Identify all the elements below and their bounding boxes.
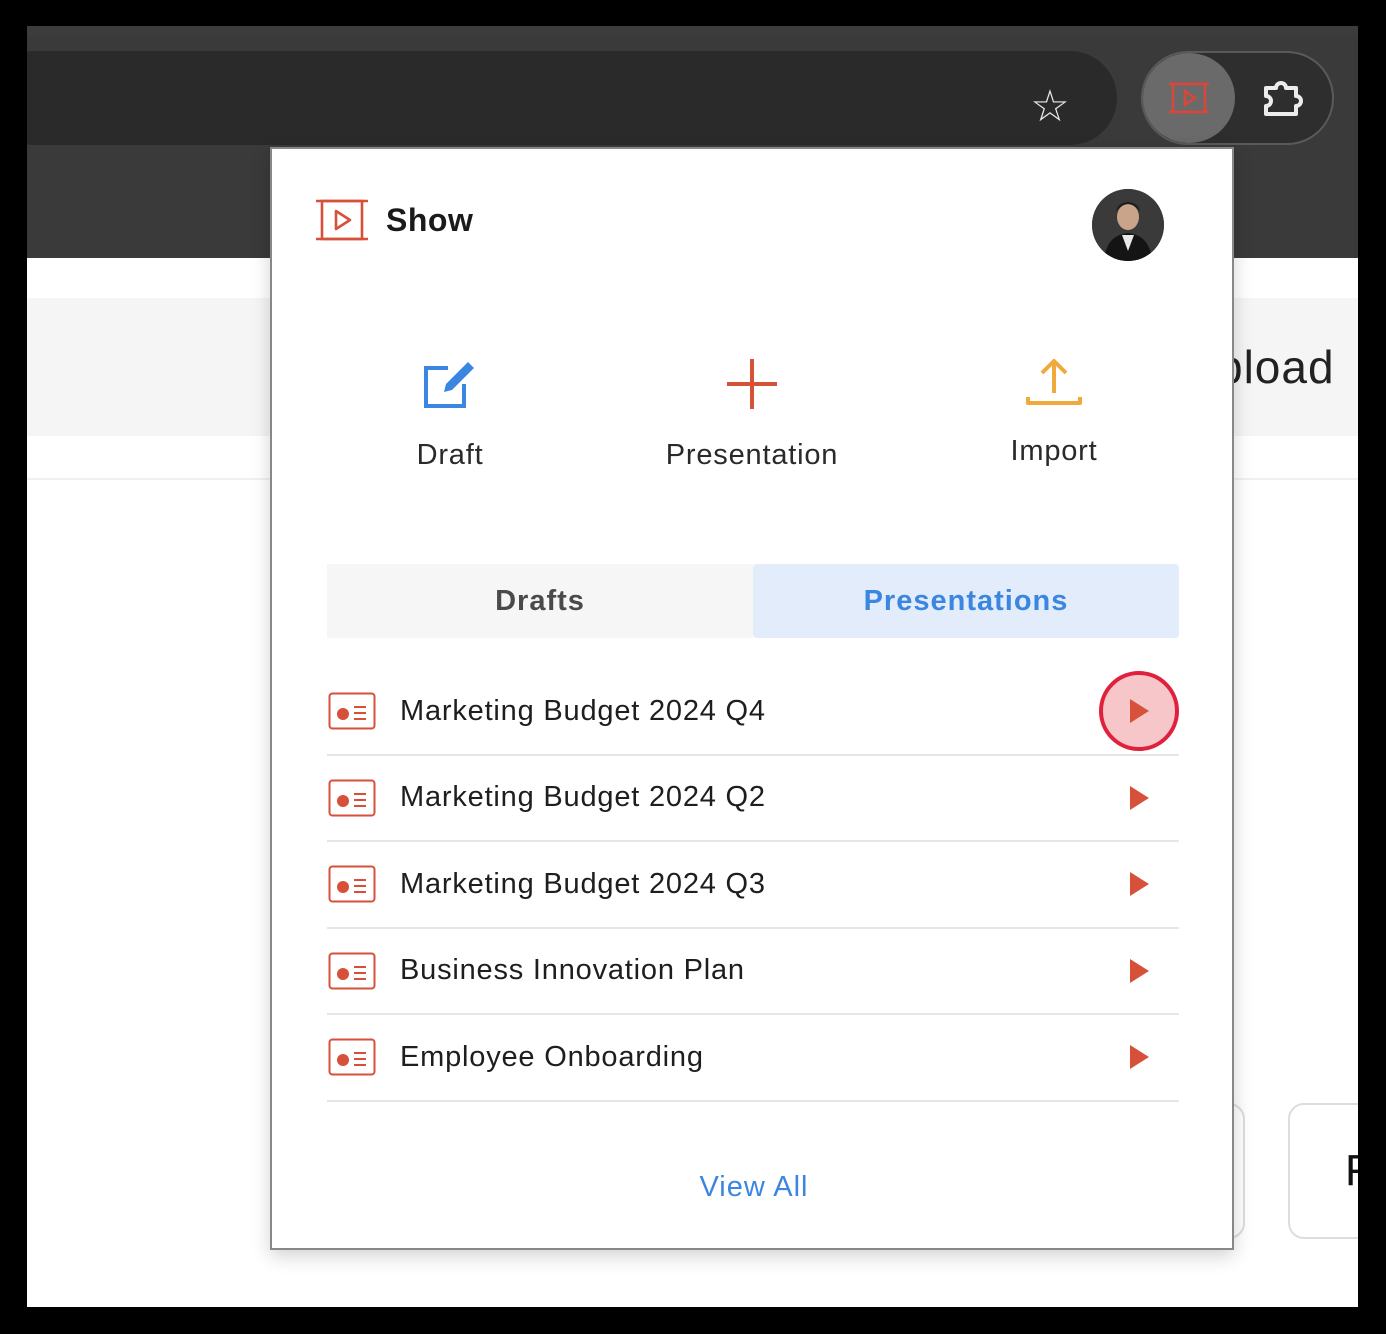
import-button[interactable]: Import [924, 349, 1184, 468]
presentation-file-icon [328, 692, 376, 730]
new-presentation-button[interactable]: Presentation [622, 349, 882, 472]
address-bar[interactable] [27, 51, 1117, 145]
presentation-file-icon [328, 779, 376, 817]
play-button[interactable] [1099, 931, 1179, 1011]
new-presentation-label: Presentation [665, 439, 839, 471]
play-button[interactable] [1099, 844, 1179, 924]
play-icon [1130, 699, 1149, 724]
new-draft-button[interactable]: Draft [320, 349, 580, 472]
presentation-file-icon [328, 952, 376, 990]
play-button[interactable] [1099, 758, 1179, 838]
presentation-title: Marketing Budget 2024 Q2 [400, 781, 766, 814]
new-draft-label: Draft [416, 439, 484, 471]
presentation-title: Marketing Budget 2024 Q3 [400, 867, 766, 900]
presentation-file-icon [328, 1038, 376, 1076]
avatar[interactable] [1092, 189, 1164, 261]
screenshot-frame: ☆ pload F [0, 0, 1386, 1334]
presentation-title: Marketing Budget 2024 Q4 [400, 694, 766, 727]
brand-name: Show [386, 201, 474, 238]
show-logo-icon [316, 199, 368, 241]
edit-icon [424, 362, 474, 408]
list-item[interactable]: Marketing Budget 2024 Q3 [327, 842, 1179, 929]
list-item[interactable]: Marketing Budget 2024 Q2 [327, 756, 1179, 842]
play-icon [1130, 958, 1149, 983]
star-icon[interactable]: ☆ [1025, 84, 1075, 130]
show-extension-icon [1169, 82, 1209, 114]
tab-presentations[interactable]: Presentations [753, 564, 1179, 638]
tab-drafts[interactable]: Drafts [327, 564, 753, 638]
play-button[interactable] [1099, 1017, 1179, 1097]
play-icon [1130, 872, 1149, 897]
upload-icon [1026, 359, 1082, 405]
play-icon [1130, 785, 1149, 810]
import-label: Import [1010, 435, 1098, 467]
tab-bar: Drafts Presentations [327, 564, 1179, 638]
list-item[interactable]: Employee Onboarding [327, 1015, 1179, 1102]
presentation-file-icon [328, 865, 376, 903]
browser-window: ☆ pload F [27, 26, 1358, 1307]
list-item[interactable]: Marketing Budget 2024 Q4 [327, 669, 1179, 756]
list-item[interactable]: Business Innovation Plan [327, 929, 1179, 1015]
presentation-title: Business Innovation Plan [400, 954, 745, 987]
puzzle-icon[interactable] [1260, 76, 1306, 120]
brand-header: Show [314, 197, 473, 243]
play-icon [1130, 1045, 1149, 1070]
view-all-link[interactable]: View All [272, 1171, 1236, 1204]
page-card-label: F [1345, 1146, 1358, 1196]
presentation-list: Marketing Budget 2024 Q4 Marketing Budge… [327, 669, 1179, 1102]
user-photo [1092, 189, 1164, 261]
show-extension-popup: Show Draft Presentation Import Drafts Pr… [270, 147, 1234, 1250]
play-button[interactable] [1099, 671, 1179, 752]
tab-strip [27, 26, 1358, 36]
show-extension-button[interactable] [1143, 53, 1235, 143]
quick-actions: Draft Presentation Import [272, 349, 1236, 489]
presentation-title: Employee Onboarding [400, 1040, 704, 1073]
plus-icon [727, 359, 777, 409]
